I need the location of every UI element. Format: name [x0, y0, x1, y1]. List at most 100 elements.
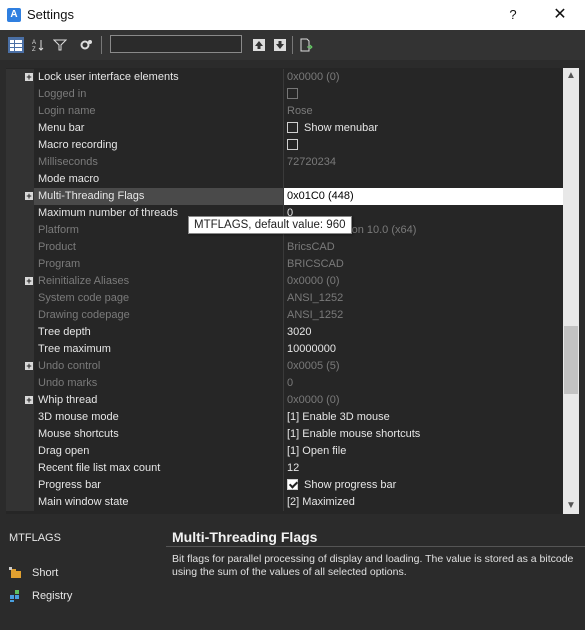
settings-icon[interactable] [78, 37, 94, 53]
setting-row[interactable]: Product BricsCAD [6, 239, 563, 256]
setting-value[interactable]: 72720234 [287, 156, 336, 168]
alphabetical-view-icon[interactable]: AZ [30, 37, 46, 53]
setting-value-text: BricsCAD [287, 241, 335, 253]
setting-name: Tree depth [38, 326, 91, 338]
setting-row[interactable]: Menu bar Show menubar [6, 120, 563, 137]
setting-row[interactable]: Program BRICSCAD [6, 256, 563, 273]
export-icon[interactable] [298, 37, 314, 53]
column-divider [283, 69, 284, 86]
setting-row[interactable]: Logged in [6, 86, 563, 103]
expand-icon[interactable]: + [25, 396, 33, 405]
scroll-down-button[interactable]: ▼ [563, 498, 579, 514]
setting-row[interactable]: + Reinitialize Aliases 0x0000 (0) [6, 273, 563, 290]
setting-row[interactable]: + Whip thread 0x0000 (0) [6, 392, 563, 409]
setting-row[interactable]: Drawing codepage ANSI_1252 [6, 307, 563, 324]
row-gutter [6, 290, 34, 307]
setting-value[interactable]: [2] Maximized [287, 496, 355, 508]
setting-name: Tree maximum [38, 343, 111, 355]
expand-icon[interactable]: + [25, 73, 33, 82]
checkbox[interactable] [287, 139, 298, 150]
expand-icon[interactable]: + [25, 277, 33, 286]
setting-name: Lock user interface elements [38, 71, 179, 83]
setting-value-text: 10000000 [287, 343, 336, 355]
setting-row[interactable]: Drag open [1] Open file [6, 443, 563, 460]
setting-row[interactable]: System code page ANSI_1252 [6, 290, 563, 307]
scroll-up-button[interactable]: ▲ [563, 68, 579, 84]
setting-value-text: 72720234 [287, 156, 336, 168]
setting-value[interactable]: ANSI_1252 [287, 309, 343, 321]
setting-row[interactable]: Login name Rose [6, 103, 563, 120]
setting-value[interactable]: 0x0005 (5) [287, 360, 340, 372]
setting-value[interactable]: ANSI_1252 [287, 292, 343, 304]
column-divider [283, 273, 284, 290]
setting-name: Platform [38, 224, 79, 236]
setting-row[interactable]: Undo marks 0 [6, 375, 563, 392]
setting-value[interactable]: 0x0000 (0) [287, 71, 340, 83]
expand-icon[interactable]: + [25, 192, 33, 201]
setting-row[interactable]: Mouse shortcuts [1] Enable mouse shortcut… [6, 426, 563, 443]
setting-row[interactable]: Milliseconds 72720234 [6, 154, 563, 171]
setting-value[interactable]: Show progress bar [287, 479, 396, 491]
setting-row[interactable]: Main window state [2] Maximized [6, 494, 563, 511]
column-divider [283, 137, 284, 154]
row-gutter [6, 460, 34, 477]
setting-name: Drawing codepage [38, 309, 130, 321]
setting-row[interactable]: + Lock user interface elements 0x0000 (0) [6, 69, 563, 86]
window-title: Settings [27, 7, 74, 22]
setting-value[interactable]: 10000000 [287, 343, 336, 355]
scroll-thumb[interactable] [564, 326, 578, 394]
checkbox[interactable] [287, 122, 298, 133]
setting-value[interactable]: 3020 [287, 326, 311, 338]
setting-row[interactable]: Progress bar Show progress bar [6, 477, 563, 494]
row-gutter [6, 256, 34, 273]
setting-value[interactable]: BricsCAD [287, 241, 335, 253]
setting-value[interactable]: 12 [287, 462, 299, 474]
short-label: Short [32, 567, 59, 579]
setting-value-text: [1] Open file [287, 445, 347, 457]
short-link[interactable]: Short [9, 566, 58, 580]
setting-value[interactable] [287, 88, 304, 100]
setting-value-text: 0x0005 (5) [287, 360, 340, 372]
checkbox[interactable] [287, 88, 298, 99]
setting-value-text: Show menubar [304, 122, 378, 134]
vertical-scrollbar[interactable]: ▲ ▼ [563, 68, 579, 514]
setting-value[interactable]: [1] Open file [287, 445, 346, 457]
setting-value[interactable]: 0 [287, 377, 293, 389]
setting-row[interactable]: Mode macro [6, 171, 563, 188]
column-divider [283, 239, 284, 256]
toolbar: AZ [0, 30, 585, 60]
setting-row[interactable]: Recent file list max count 12 [6, 460, 563, 477]
setting-value[interactable]: 0x0000 (0) [287, 275, 340, 287]
search-input[interactable] [110, 35, 242, 53]
setting-value[interactable]: 0x01C0 (448) [287, 190, 354, 202]
help-button[interactable]: ? [503, 5, 523, 25]
setting-value[interactable]: Rose [287, 105, 313, 117]
move-up-icon[interactable] [251, 37, 267, 53]
setting-row[interactable]: Macro recording [6, 137, 563, 154]
expand-icon[interactable]: + [25, 362, 33, 371]
registry-link[interactable]: Registry [9, 589, 72, 603]
setting-row[interactable]: Tree maximum 10000000 [6, 341, 563, 358]
details-description: Bit flags for parallel processing of dis… [172, 553, 574, 578]
row-gutter [6, 409, 34, 426]
row-gutter [6, 154, 34, 171]
setting-row[interactable]: + Multi-Threading Flags 0x01C0 (448) [6, 188, 563, 205]
column-divider [283, 120, 284, 137]
filter-icon[interactable] [52, 37, 68, 53]
categorized-view-icon[interactable] [8, 37, 24, 53]
close-button[interactable]: ✕ [548, 5, 572, 25]
row-gutter [6, 171, 34, 188]
setting-value[interactable]: BRICSCAD [287, 258, 344, 270]
setting-value[interactable] [287, 139, 304, 151]
setting-value[interactable]: [1] Enable 3D mouse [287, 411, 390, 423]
setting-value[interactable]: 0x0000 (0) [287, 394, 340, 406]
setting-row[interactable]: + Undo control 0x0005 (5) [6, 358, 563, 375]
move-down-icon[interactable] [272, 37, 288, 53]
setting-value[interactable]: [1] Enable mouse shortcuts [287, 428, 420, 440]
setting-row[interactable]: Tree depth 3020 [6, 324, 563, 341]
checkbox[interactable] [287, 479, 298, 490]
setting-value[interactable]: Show menubar [287, 122, 378, 134]
setting-row[interactable]: 3D mouse mode [1] Enable 3D mouse [6, 409, 563, 426]
setting-value-text: [2] Maximized [287, 496, 355, 508]
title-bar: A Settings ? ✕ [0, 0, 585, 30]
